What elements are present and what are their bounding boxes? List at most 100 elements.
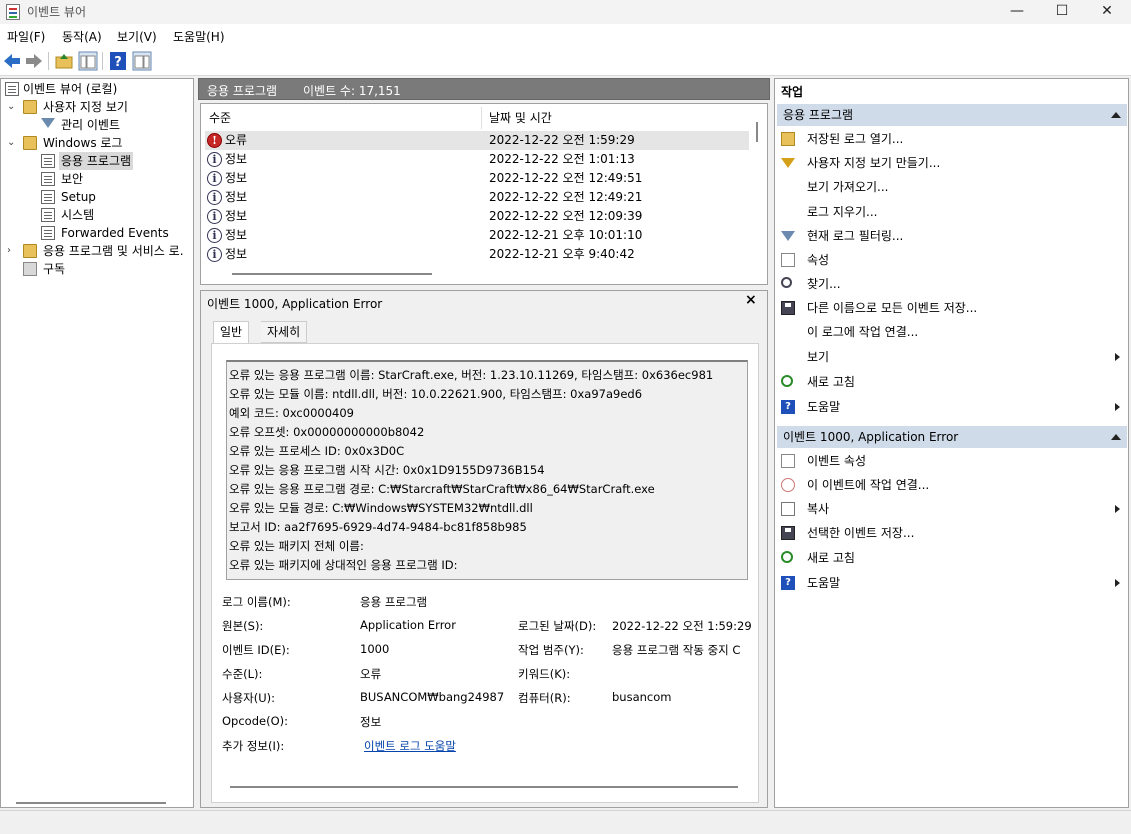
refresh-icon (781, 551, 793, 563)
tree-item-apps-services[interactable]: › 응용 프로그램 및 서비스 로. (3, 242, 193, 260)
event-row[interactable]: i 정보 2022-12-21 오후 9:40:42 (205, 245, 749, 264)
description-line: 오류 있는 패키지에 상대적인 응용 프로그램 ID: (229, 558, 458, 572)
event-level: 정보 (225, 247, 248, 261)
svg-text:?: ? (114, 55, 122, 70)
action-label: 새로 고침 (807, 375, 855, 389)
tree-item-label: Setup (61, 190, 96, 204)
save-icon (781, 526, 795, 540)
action-label: 다른 이름으로 모든 이벤트 저장... (807, 301, 978, 315)
event-detail-title: 이벤트 1000, Application Error (207, 297, 383, 311)
tab-details[interactable]: 자세히 (261, 321, 308, 343)
action-find[interactable]: 찾기... (779, 274, 1124, 294)
description-line: 오류 있는 응용 프로그램 경로: C:₩Starcraft₩StarCraft… (229, 482, 655, 496)
event-date: 2022-12-22 오전 12:49:51 (489, 171, 643, 185)
action-refresh-event[interactable]: 새로 고침 (779, 548, 1124, 568)
description-line: 오류 있는 프로세스 ID: 0x0x3D0C (229, 444, 405, 458)
event-date: 2022-12-22 오전 1:59:29 (489, 133, 635, 147)
back-arrow-icon[interactable] (2, 51, 22, 71)
tab-general[interactable]: 일반 (213, 321, 250, 343)
action-event-properties[interactable]: 이벤트 속성 (779, 451, 1124, 471)
action-attach-task-to-event[interactable]: 이 이벤트에 작업 연결... (779, 475, 1124, 495)
column-separator[interactable] (481, 107, 482, 129)
description-line: 오류 있는 모듈 이름: ntdll.dll, 버전: 10.0.22621.9… (229, 387, 643, 401)
action-attach-task-to-log[interactable]: 이 로그에 작업 연결... (779, 322, 1124, 342)
source-value: Application Error (360, 618, 456, 632)
section-label: 응용 프로그램 (783, 108, 854, 122)
menu-help[interactable]: 도움말(H) (173, 28, 225, 45)
tree-horizontal-scrollbar[interactable] (16, 802, 166, 804)
close-detail-button[interactable]: × (745, 292, 757, 308)
action-help-event[interactable]: ? 도움말 (779, 573, 1124, 593)
event-list-horizontal-scrollbar[interactable] (232, 273, 432, 275)
collapse-chevron-icon[interactable]: ⌄ (7, 98, 17, 116)
action-save-all-events-as[interactable]: 다른 이름으로 모든 이벤트 저장... (779, 298, 1124, 318)
log-icon (41, 208, 55, 222)
menu-file[interactable]: 파일(F) (7, 28, 45, 45)
action-refresh[interactable]: 새로 고침 (779, 372, 1124, 392)
action-help[interactable]: ? 도움말 (779, 397, 1124, 417)
action-properties[interactable]: 속성 (779, 250, 1124, 270)
filter-icon (41, 118, 55, 128)
expand-chevron-icon[interactable]: › (7, 242, 17, 260)
maximize-button[interactable]: ☐ (1039, 0, 1085, 24)
event-log-help-link[interactable]: 이벤트 로그 도움말 (364, 738, 456, 754)
menu-action[interactable]: 동작(A) (62, 28, 102, 45)
subscriptions-icon (23, 262, 37, 276)
collapse-chevron-icon[interactable]: ⌄ (7, 134, 17, 152)
log-icon (41, 172, 55, 186)
event-row[interactable]: i 정보 2022-12-22 오전 12:09:39 (205, 207, 749, 226)
menu-view[interactable]: 보기(V) (117, 28, 157, 45)
more-info-label: 추가 정보(I): (222, 739, 285, 753)
level-label: 수준(L): (222, 667, 263, 681)
event-list: 수준 날짜 및 시간 ! 오류 2022-12-22 오전 1:59:29 i … (200, 103, 768, 285)
collapse-caret-icon[interactable] (1111, 112, 1121, 118)
collapse-caret-icon[interactable] (1111, 434, 1121, 440)
filter-icon (781, 231, 795, 241)
description-line: 예외 코드: 0xc0000409 (229, 406, 354, 420)
action-label: 이벤트 속성 (807, 454, 867, 468)
column-header-level[interactable]: 수준 (209, 109, 231, 126)
event-description[interactable]: 오류 있는 응용 프로그램 이름: StarCraft.exe, 버전: 1.2… (226, 360, 748, 580)
event-row[interactable]: i 정보 2022-12-22 오전 12:49:21 (205, 188, 749, 207)
tree-item-label: 구독 (43, 262, 66, 276)
submenu-arrow-icon (1115, 579, 1120, 587)
detail-horizontal-scrollbar[interactable] (230, 786, 738, 788)
show-hide-tree-icon[interactable] (78, 51, 98, 71)
action-label: 저장된 로그 열기... (807, 132, 904, 146)
event-row[interactable]: i 정보 2022-12-21 오후 10:01:10 (205, 226, 749, 245)
minimize-button[interactable]: — (994, 0, 1040, 24)
show-hide-action-pane-icon[interactable] (132, 51, 152, 71)
menu-bar: 파일(F) 동작(A) 보기(V) 도움말(H) (0, 24, 1131, 46)
event-row[interactable]: ! 오류 2022-12-22 오전 1:59:29 (205, 131, 749, 150)
up-folder-icon[interactable] (54, 51, 74, 71)
event-detail-pane: 이벤트 1000, Application Error × 일반 자세히 오류 … (200, 290, 768, 808)
log-icon (41, 154, 55, 168)
log-name-label: 로그 이름(M): (222, 595, 291, 609)
tree-item-label: 응용 프로그램 및 서비스 로. (43, 244, 184, 258)
action-filter-current-log[interactable]: 현재 로그 필터링... (779, 226, 1124, 246)
tree-item-label: 이벤트 뷰어 (로컬) (23, 82, 118, 96)
action-clear-log[interactable]: 로그 지우기... (779, 202, 1124, 222)
info-icon: i (207, 152, 222, 167)
info-icon: i (207, 247, 222, 262)
event-row[interactable]: i 정보 2022-12-22 오전 12:49:51 (205, 169, 749, 188)
action-label: 도움말 (807, 576, 841, 590)
error-icon: ! (207, 133, 222, 148)
actions-section-application[interactable]: 응용 프로그램 (777, 104, 1127, 126)
column-header-date[interactable]: 날짜 및 시간 (489, 109, 552, 126)
forward-arrow-icon[interactable] (24, 51, 44, 71)
close-window-button[interactable]: ✕ (1084, 0, 1130, 24)
action-save-selected-events[interactable]: 선택한 이벤트 저장... (779, 523, 1124, 543)
event-row[interactable]: i 정보 2022-12-22 오전 1:01:13 (205, 150, 749, 169)
event-list-vertical-scrollbar[interactable] (756, 122, 758, 142)
action-copy[interactable]: 복사 (779, 499, 1124, 519)
submenu-arrow-icon (1115, 505, 1120, 513)
action-create-custom-view[interactable]: 사용자 지정 보기 만들기... (779, 153, 1124, 173)
action-view[interactable]: 보기 (779, 347, 1124, 367)
action-import-view[interactable]: 보기 가져오기... (779, 177, 1124, 197)
action-open-saved-log[interactable]: 저장된 로그 열기... (779, 129, 1124, 149)
actions-section-event[interactable]: 이벤트 1000, Application Error (777, 426, 1127, 448)
action-label: 로그 지우기... (807, 205, 878, 219)
submenu-arrow-icon (1115, 353, 1120, 361)
help-icon[interactable]: ? (108, 51, 128, 71)
